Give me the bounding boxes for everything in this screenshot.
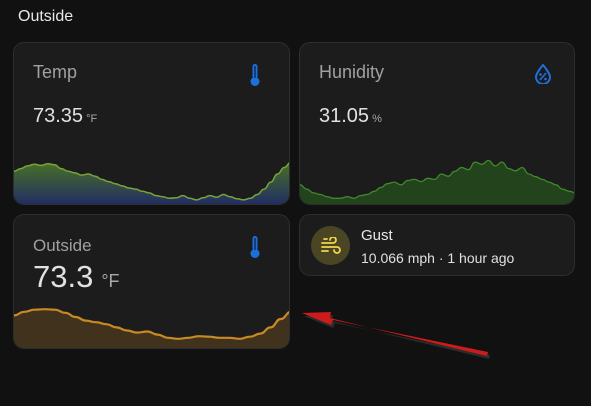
annotation-arrow [302,312,490,359]
